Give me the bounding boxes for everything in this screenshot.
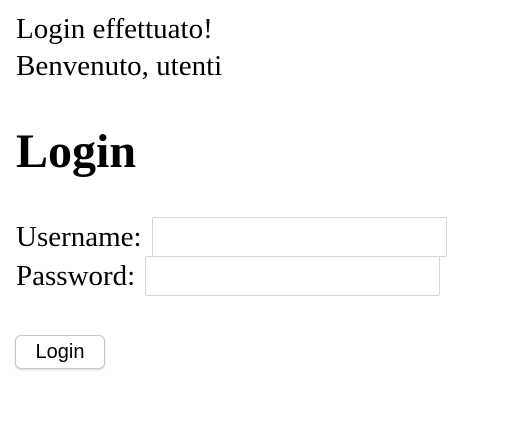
login-success-message: Login effettuato! xyxy=(16,13,213,45)
welcome-message: Benvenuto, utenti xyxy=(16,50,223,82)
password-label: Password: xyxy=(16,260,136,292)
password-input[interactable] xyxy=(145,256,441,296)
password-row: Password: xyxy=(16,256,441,296)
login-heading: Login xyxy=(16,125,137,178)
username-label: Username: xyxy=(16,221,142,253)
username-input[interactable] xyxy=(151,217,447,257)
username-row: Username: xyxy=(16,217,447,257)
login-button[interactable]: Login xyxy=(15,335,105,369)
